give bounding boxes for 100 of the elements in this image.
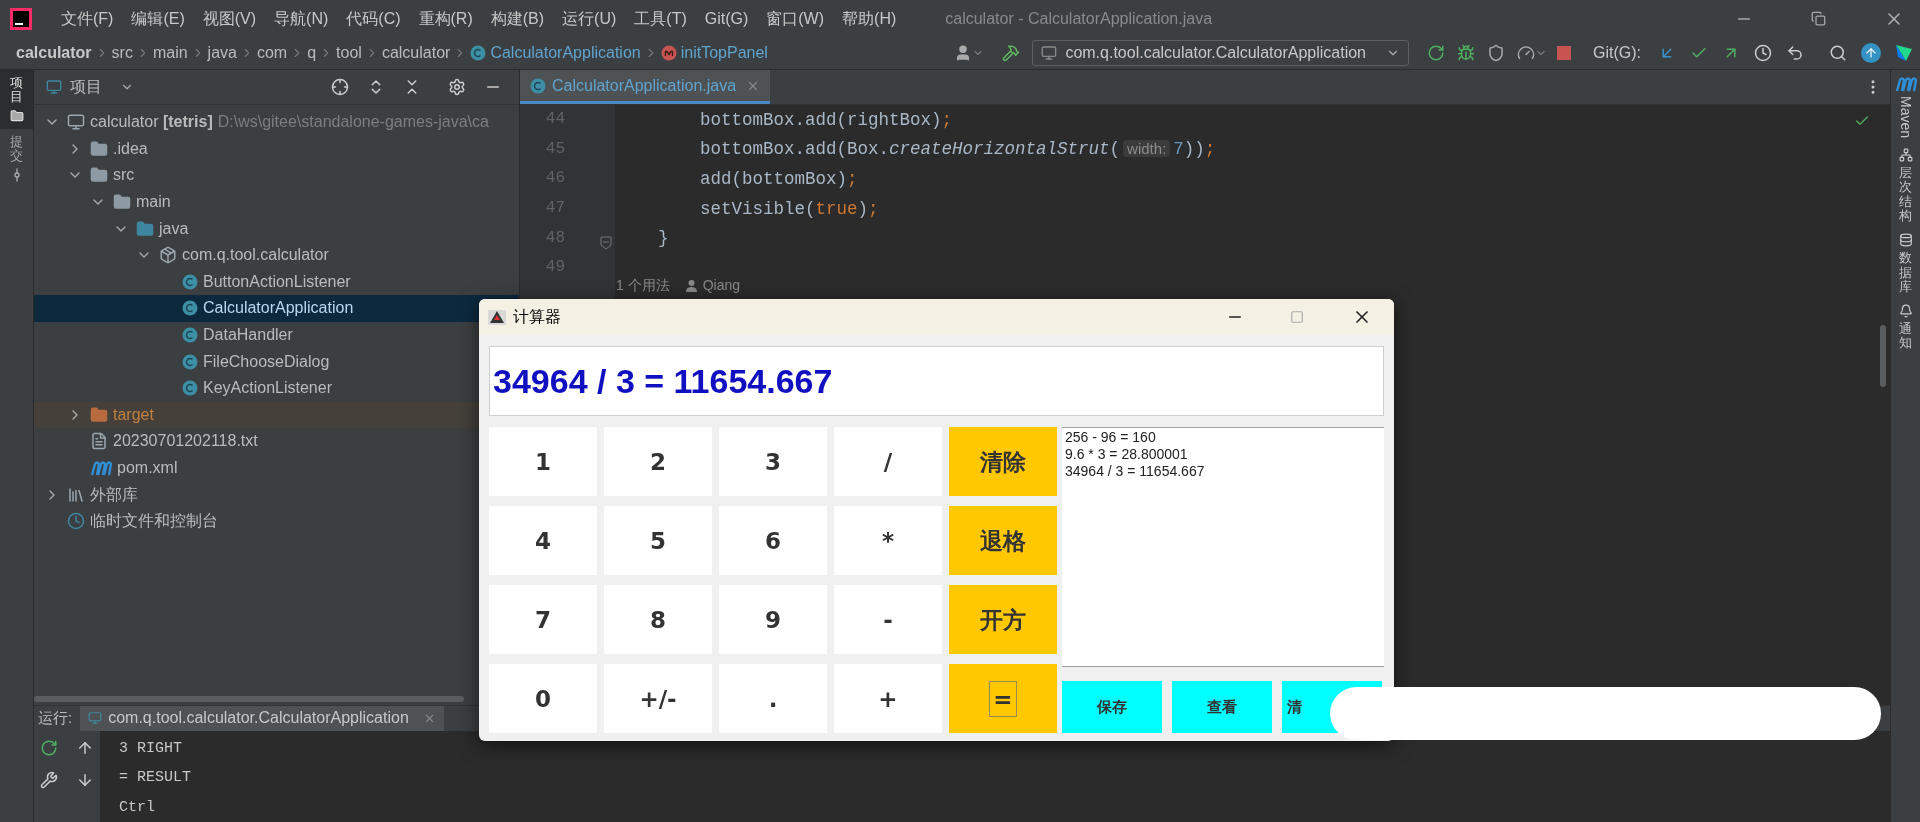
console-line: Ctrl (119, 797, 156, 818)
menu-item[interactable]: 窗口(W) (757, 6, 834, 31)
menu-item[interactable]: 重构(R) (409, 6, 482, 31)
calculator-key[interactable]: * (834, 506, 942, 575)
menu-item[interactable]: 帮助(H) (833, 6, 906, 31)
author-icon (685, 279, 697, 292)
tree-item-label[interactable]: 临时文件和控制台 (90, 509, 218, 534)
profiler-icon[interactable] (1517, 44, 1535, 62)
git-label: Git(G): (1593, 43, 1641, 63)
tree-item-label[interactable]: DataHandler (203, 323, 293, 348)
calculator-key[interactable]: 退格 (949, 506, 1057, 575)
app-logo-icon (10, 7, 32, 30)
tool-window-tab[interactable]: 提交 (0, 128, 33, 190)
tree-item-label[interactable]: pom.xml (117, 456, 178, 480)
tree-item-label[interactable]: java (159, 216, 189, 241)
wrench-icon[interactable] (40, 770, 58, 789)
locate-icon[interactable] (331, 78, 349, 96)
calculator-key[interactable]: 2 (604, 427, 712, 496)
calculator-key[interactable]: / (834, 427, 942, 496)
breadcrumb[interactable]: tool (336, 41, 362, 65)
breadcrumb[interactable]: CalculatorApplication (490, 41, 641, 65)
calculator-key[interactable]: 5 (604, 506, 712, 575)
rollback-icon[interactable] (1786, 44, 1804, 62)
tree-item-label[interactable]: FileChooseDialog (203, 349, 330, 374)
tree-item-label[interactable]: ButtonActionListener (203, 269, 351, 294)
tree-item-label[interactable]: main (136, 190, 171, 215)
menu-item[interactable]: 编辑(E) (122, 6, 194, 31)
tree-item-label[interactable]: com.q.tool.calculator (182, 243, 329, 268)
menu-item[interactable]: 视图(V) (193, 6, 266, 31)
calculator-key[interactable]: 4 (489, 506, 597, 575)
tool-window-tab[interactable]: Maven (1895, 96, 1916, 139)
menu-item[interactable]: 构建(B) (481, 6, 554, 31)
usages-hint: 1 个用法 (616, 278, 670, 294)
calculator-key[interactable]: 清除 (949, 427, 1057, 496)
menu-item[interactable]: 导航(N) (265, 6, 338, 31)
author-hint: Qiang (702, 278, 741, 294)
tree-item-label[interactable]: 外部库 (90, 482, 138, 507)
menu-item[interactable]: 工具(T) (625, 6, 696, 31)
notification-icon[interactable] (1898, 304, 1913, 319)
breadcrumb[interactable]: java (207, 41, 237, 65)
run-tab[interactable]: com.q.tool.calculator.CalculatorApplication (80, 706, 444, 731)
plugin-logo-icon[interactable] (1894, 43, 1914, 63)
panel-title[interactable]: 项目 (70, 75, 102, 99)
update-available-icon[interactable] (1861, 43, 1881, 63)
breadcrumb[interactable]: com (256, 41, 288, 65)
calculator-key[interactable]: 3 (719, 427, 827, 496)
tree-item-label[interactable]: 20230701202118.txt (113, 429, 258, 454)
tree-item-label[interactable]: .idea (113, 136, 148, 161)
calculator-key[interactable]: 7 (489, 585, 597, 654)
settings-icon[interactable] (448, 78, 466, 96)
rerun-icon[interactable] (40, 738, 58, 757)
calculator-key[interactable]: 开方 (949, 585, 1057, 654)
tree-item-label[interactable]: CalculatorApplication (203, 296, 354, 321)
tool-window-tab[interactable]: 数据库 (1899, 251, 1912, 295)
breadcrumb[interactable]: initTopPanel (680, 41, 768, 65)
tool-window-tab[interactable]: 通知 (1899, 322, 1912, 351)
tree-item-label[interactable]: src (113, 163, 135, 188)
class-icon (182, 380, 198, 397)
calculator-key[interactable]: = (949, 664, 1057, 733)
calculator-key[interactable]: . (719, 664, 827, 733)
fold-marker-icon[interactable] (600, 236, 612, 250)
calculator-key[interactable]: 1 (489, 427, 597, 496)
tree-item-label[interactable]: KeyActionListener (203, 376, 332, 401)
debug-icon[interactable] (1457, 44, 1475, 62)
run-configuration-dropdown[interactable]: com.q.tool.calculator.CalculatorApplication (1032, 40, 1409, 66)
history-action-button[interactable]: 查看 (1172, 681, 1272, 733)
calculator-key[interactable]: +/- (604, 664, 712, 733)
menu-item[interactable]: Git(G) (695, 6, 758, 31)
maven-icon (1894, 76, 1917, 92)
menu-item[interactable]: 代码(C) (337, 6, 410, 31)
calculator-key[interactable]: 9 (719, 585, 827, 654)
calculator-key[interactable]: 8 (604, 585, 712, 654)
history-line: 9.6 * 3 = 28.800001 (1065, 446, 1189, 463)
menu-item[interactable]: 运行(U) (553, 6, 626, 31)
breadcrumb[interactable]: q (307, 41, 317, 65)
tool-window-tab[interactable]: 层次结构 (1899, 166, 1912, 224)
calculator-key[interactable]: 0 (489, 664, 597, 733)
calculator-key[interactable]: - (834, 585, 942, 654)
calculator-key[interactable]: + (834, 664, 942, 733)
breadcrumb[interactable]: main (152, 41, 188, 65)
rerun-icon[interactable] (1427, 44, 1445, 62)
history-action-button[interactable]: 保存 (1062, 681, 1162, 733)
breadcrumb[interactable]: src (111, 41, 133, 65)
scrollbar-thumb (1880, 325, 1886, 387)
restore-icon[interactable] (1811, 11, 1826, 26)
coverage-icon[interactable] (1487, 44, 1505, 62)
hierarchy-icon[interactable] (1898, 148, 1913, 163)
tree-item-label[interactable]: calculator [tetris] (90, 110, 213, 135)
breadcrumb[interactable]: calculator (381, 41, 451, 65)
menu-item[interactable]: 文件(F) (52, 6, 123, 31)
folder-icon (90, 139, 108, 158)
calculator-key[interactable]: 6 (719, 506, 827, 575)
hammer-icon[interactable] (1002, 44, 1021, 62)
tool-window-tab[interactable]: 项目 (0, 70, 33, 129)
breadcrumb[interactable]: calculator (16, 41, 92, 65)
module-path: D:\ws\gitee\standalone-games-java\ca (217, 112, 489, 133)
search-icon[interactable] (1829, 44, 1847, 62)
app-icon (487, 307, 507, 327)
history-icon[interactable] (1754, 44, 1772, 62)
database-icon[interactable] (1898, 233, 1913, 248)
